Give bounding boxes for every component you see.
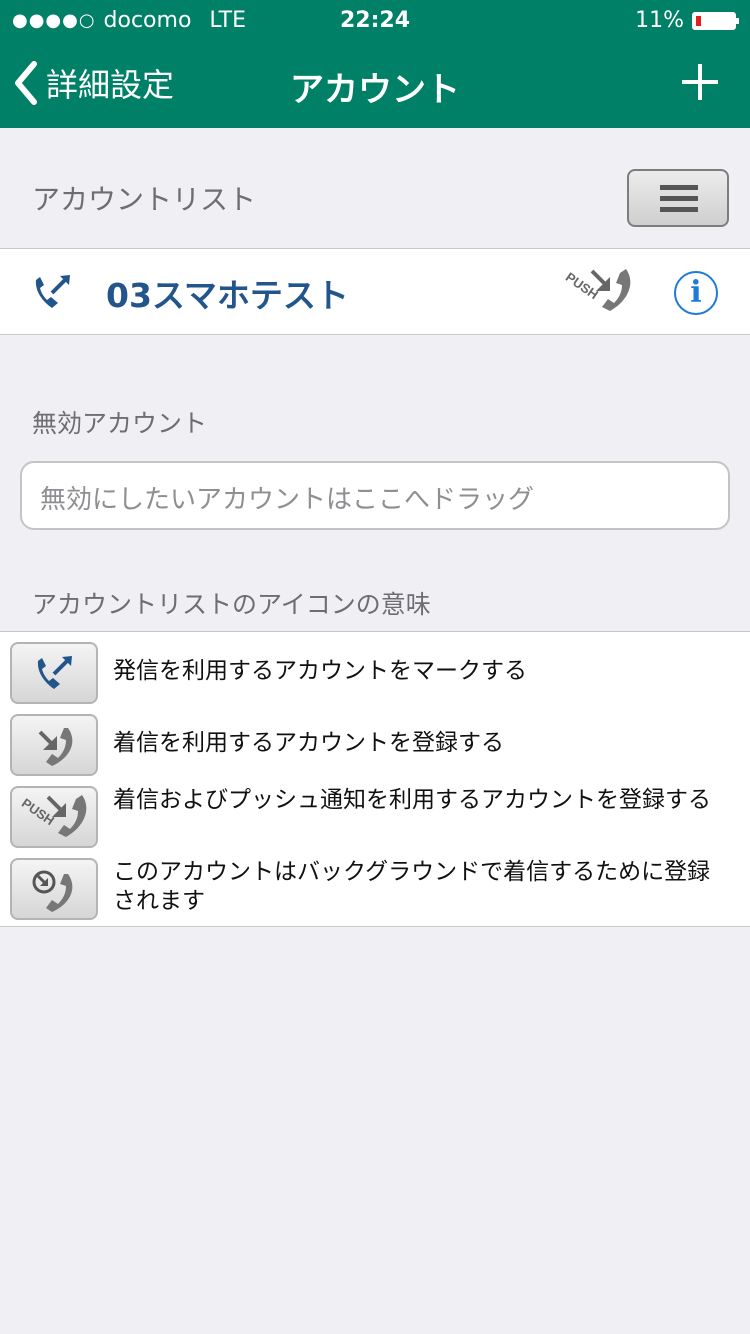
menu-icon <box>660 185 698 190</box>
status-bar-right: 11% <box>635 8 739 33</box>
account-info-button[interactable]: i <box>674 271 718 315</box>
account-row[interactable]: 03スマホテスト PUSH i <box>0 248 750 335</box>
legend-item: このアカウントはバックグラウンドで着信するために登録されます <box>0 852 750 920</box>
legend-icon-button <box>10 858 98 920</box>
legend-item-text: 着信およびプッシュ通知を利用するアカウントを登録する <box>113 787 711 813</box>
push-incoming-call-icon: PUSH <box>562 267 638 317</box>
legend-item: 着信を利用するアカウントを登録する <box>0 708 750 776</box>
add-account-button[interactable] <box>680 62 720 102</box>
disabled-accounts-drop-zone[interactable]: 無効にしたいアカウントはここへドラッグ <box>20 461 730 530</box>
battery-percent: 11% <box>635 8 684 33</box>
back-button-label: 詳細設定 <box>46 66 175 104</box>
legend-item: PUSH 着信およびプッシュ通知を利用するアカウントを登録する <box>0 780 750 848</box>
outgoing-call-icon <box>32 652 76 696</box>
navigation-bar: 詳細設定 アカウント <box>0 40 750 128</box>
battery-icon <box>692 11 739 30</box>
plus-icon <box>682 64 718 100</box>
legend-item: 発信を利用するアカウントをマークする <box>0 636 750 704</box>
legend-item-text: 発信を利用するアカウントをマークする <box>113 658 527 684</box>
legend-icon-button: PUSH <box>10 786 98 848</box>
reorder-menu-button[interactable] <box>627 169 729 227</box>
disabled-accounts-header: 無効アカウント <box>32 409 208 438</box>
account-name: 03スマホテスト <box>106 276 349 315</box>
icon-legend-header: アカウントリストのアイコンの意味 <box>32 590 431 619</box>
push-incoming-call-icon: PUSH <box>18 793 94 843</box>
legend-icon-button <box>10 714 98 776</box>
legend-icon-button <box>10 642 98 704</box>
incoming-call-icon <box>34 724 78 768</box>
account-list-header: アカウントリスト <box>32 183 257 216</box>
status-bar: ●●●●○ docomo LTE 22:24 11% <box>0 0 750 40</box>
legend-item-text: 着信を利用するアカウントを登録する <box>113 730 504 756</box>
legend-item-text: このアカウントはバックグラウンドで着信するために登録されます <box>113 859 711 914</box>
back-button[interactable]: 詳細設定 <box>12 60 174 106</box>
outgoing-call-icon <box>30 271 74 315</box>
chevron-left-icon <box>15 61 37 105</box>
icon-legend-list: 発信を利用するアカウントをマークする 着信を利用するアカウントを登録する PUS… <box>0 631 750 927</box>
background-incoming-call-icon <box>30 866 80 914</box>
